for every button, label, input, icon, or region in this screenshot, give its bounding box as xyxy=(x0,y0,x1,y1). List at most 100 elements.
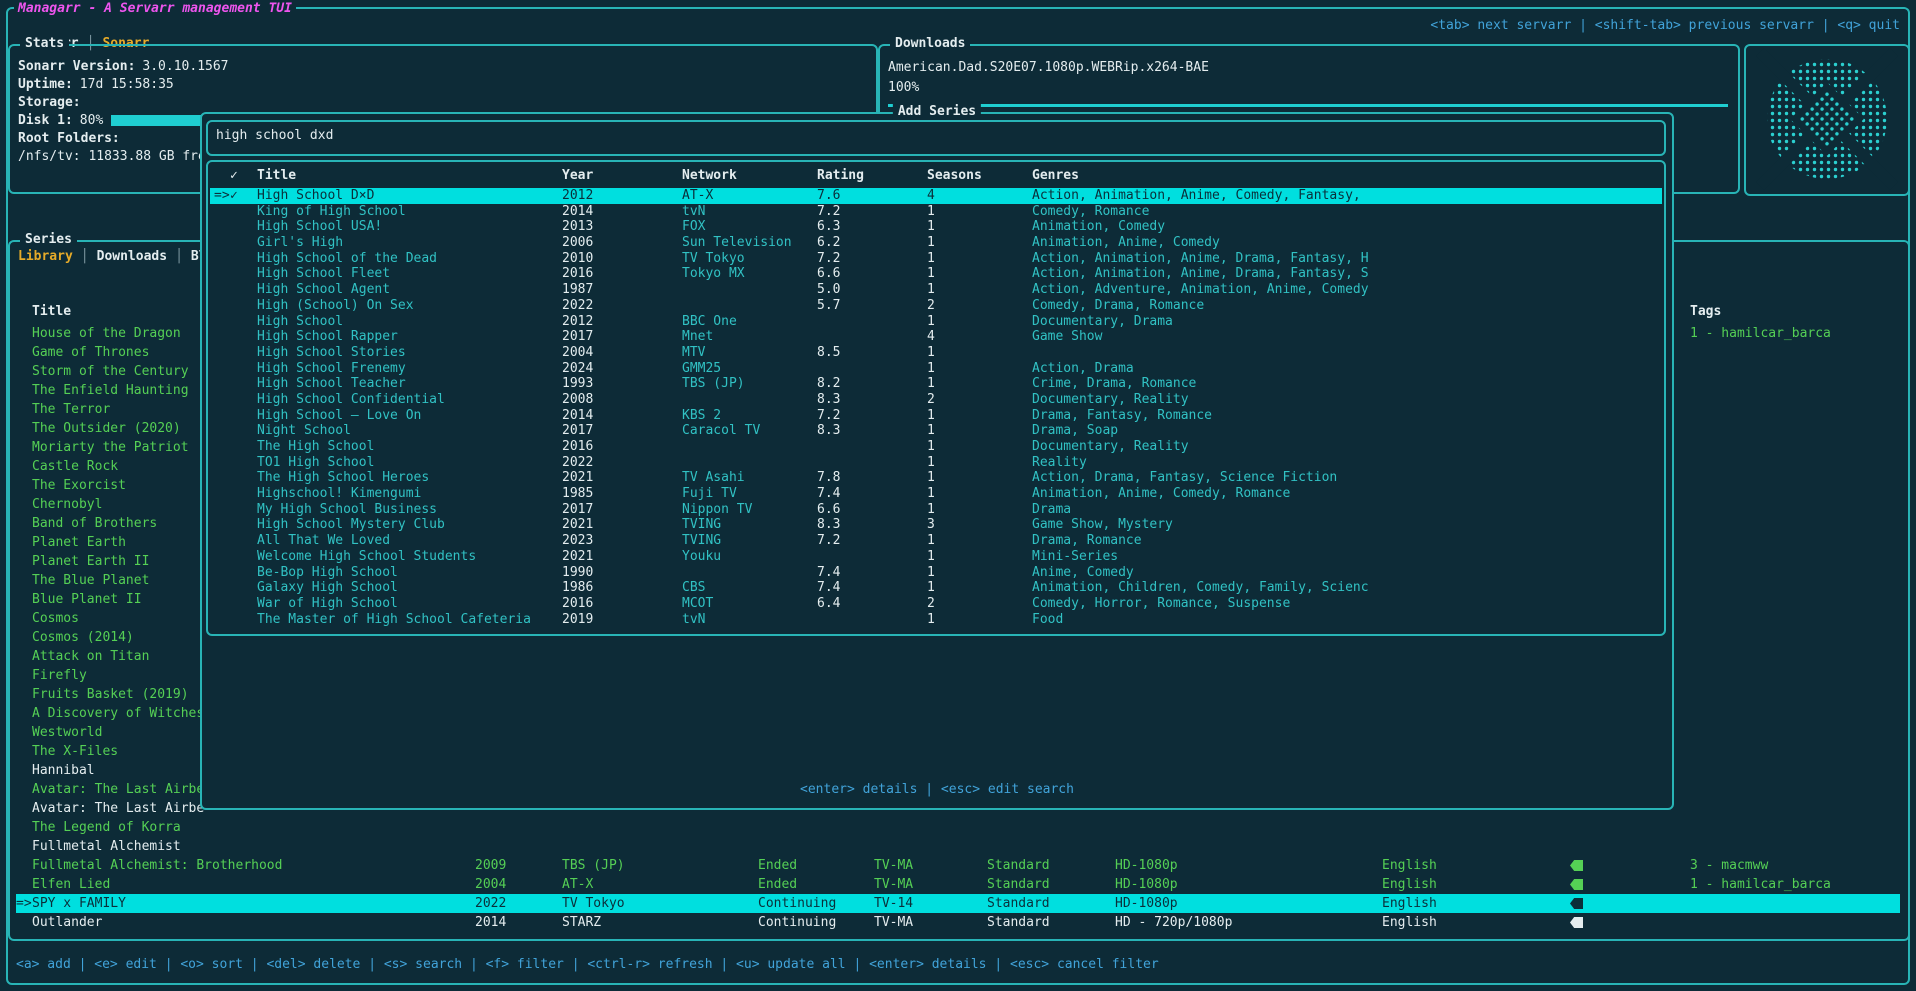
cell-seasons: 1 xyxy=(927,266,935,282)
cell-year: 1986 xyxy=(562,580,593,596)
cell-cert: TV-MA xyxy=(874,875,913,894)
cell-title: Storm of the Century xyxy=(32,362,189,381)
series-row[interactable]: Fullmetal Alchemist: Brotherhood2009TBS … xyxy=(16,856,1900,875)
cell-genres: Documentary, Reality xyxy=(1032,392,1656,408)
cell-year: 2016 xyxy=(562,266,593,282)
add-series-result-row[interactable]: The High School20161Documentary, Reality xyxy=(210,439,1662,455)
add-series-result-row[interactable]: High School Agent19875.01Action, Adventu… xyxy=(210,282,1662,298)
add-series-result-row[interactable]: High School Teacher1993TBS (JP)8.21Crime… xyxy=(210,376,1662,392)
add-series-result-row[interactable]: High School of the Dead2010TV Tokyo7.21A… xyxy=(210,251,1662,267)
tab-library[interactable]: Library xyxy=(18,249,73,264)
series-search-input[interactable]: high school dxd xyxy=(206,120,1666,156)
cell-year: 2014 xyxy=(562,204,593,220)
add-series-result-row[interactable]: High School Rapper2017Mnet4Game Show xyxy=(210,329,1662,345)
add-series-result-row[interactable]: All That We Loved2023TVING7.21Drama, Rom… xyxy=(210,533,1662,549)
add-series-result-row[interactable]: High School – Love On2014KBS 27.21Drama,… xyxy=(210,408,1662,424)
download-item-name: American.Dad.S20E07.1080p.WEBRip.x264-BA… xyxy=(888,60,1209,75)
cell-seasons: 4 xyxy=(927,329,935,345)
cell-title: Castle Rock xyxy=(32,457,118,476)
series-row[interactable]: =>SPY x FAMILY2022TV TokyoContinuingTV-1… xyxy=(16,894,1900,913)
cell-genres: Comedy, Drama, Romance xyxy=(1032,298,1656,314)
cell-profile: Standard xyxy=(987,856,1050,875)
cell-network: tvN xyxy=(682,204,705,220)
cell-genres: Mini-Series xyxy=(1032,549,1656,565)
cell-seasons: 1 xyxy=(927,345,935,361)
series-row[interactable]: Elfen Lied2004AT-XEndedTV-MAStandardHD-1… xyxy=(16,875,1900,894)
cell-rating: 6.3 xyxy=(817,219,840,235)
cell-title: Fruits Basket (2019) xyxy=(32,685,189,704)
cell-genres: Action, Animation, Anime, Drama, Fantasy… xyxy=(1032,251,1656,267)
series-row[interactable]: Fullmetal Alchemist xyxy=(16,837,1900,856)
add-series-results-body: =>✓High School D×D2012AT-X7.64Action, An… xyxy=(210,188,1662,632)
stats-version-line: Sonarr Version:3.0.10.1567 xyxy=(18,58,229,76)
cell-rating: 7.8 xyxy=(817,470,840,486)
add-series-result-row[interactable]: High School USA!2013FOX6.31Animation, Co… xyxy=(210,219,1662,235)
series-row[interactable]: The Legend of Korra xyxy=(16,818,1900,837)
cell-title: High (School) On Sex xyxy=(257,298,414,314)
add-series-result-row[interactable]: Girl's High2006Sun Television6.21Animati… xyxy=(210,235,1662,251)
cell-year: 2022 xyxy=(562,298,593,314)
cell-title: High School D×D xyxy=(257,188,374,204)
cell-marker: => xyxy=(16,894,32,913)
version-label: Sonarr Version: xyxy=(18,59,135,74)
cell-seasons: 2 xyxy=(927,298,935,314)
add-series-result-row[interactable]: Welcome High School Students2021Youku1Mi… xyxy=(210,549,1662,565)
search-input-value: high school dxd xyxy=(216,122,333,150)
add-series-result-row[interactable]: The Master of High School Cafeteria2019t… xyxy=(210,612,1662,628)
managarr-logo xyxy=(1748,47,1906,191)
cell-genres: Reality xyxy=(1032,455,1656,471)
add-series-result-row[interactable]: King of High School2014tvN7.21Comedy, Ro… xyxy=(210,204,1662,220)
cell-year: 2010 xyxy=(562,251,593,267)
add-series-result-row[interactable]: High School Mystery Club2021TVING8.33Gam… xyxy=(210,517,1662,533)
add-series-result-row[interactable]: My High School Business2017Nippon TV6.61… xyxy=(210,502,1662,518)
add-series-result-row[interactable]: Galaxy High School1986CBS7.41Animation, … xyxy=(210,580,1662,596)
cell-genres: Crime, Drama, Romance xyxy=(1032,376,1656,392)
tab-downloads[interactable]: Downloads xyxy=(97,249,167,264)
cell-rating: 8.5 xyxy=(817,345,840,361)
cell-title: High School Teacher xyxy=(257,376,406,392)
cell-year: 2017 xyxy=(562,502,593,518)
add-series-result-row[interactable]: High School Confidential20088.32Document… xyxy=(210,392,1662,408)
add-series-result-row[interactable]: High School2012BBC One1Documentary, Dram… xyxy=(210,314,1662,330)
cell-network: TVING xyxy=(682,517,721,533)
cell-title: Outlander xyxy=(32,913,102,932)
root-folders-label: Root Folders: xyxy=(18,131,120,146)
cell-network: Fuji TV xyxy=(682,486,737,502)
cell-status: Ended xyxy=(758,856,797,875)
cell-genres: Action, Animation, Anime, Drama, Fantasy… xyxy=(1032,266,1656,282)
cell-tags: 3 - macmww xyxy=(1690,856,1768,875)
cell-genres: Anime, Comedy xyxy=(1032,565,1656,581)
add-series-result-row[interactable]: Highschool! Kimengumi1985Fuji TV7.41Anim… xyxy=(210,486,1662,502)
cell-network: BBC One xyxy=(682,314,737,330)
downloads-panel-title: Downloads xyxy=(890,35,970,53)
cell-genres: Game Show xyxy=(1032,329,1656,345)
add-series-result-row[interactable]: High School Frenemy2024GMM251Action, Dra… xyxy=(210,361,1662,377)
add-series-result-row[interactable]: The High School Heroes2021TV Asahi7.81Ac… xyxy=(210,470,1662,486)
cell-genres: Action, Animation, Anime, Comedy, Fantas… xyxy=(1032,188,1656,204)
add-series-result-row[interactable]: High School Stories2004MTV8.51 xyxy=(210,345,1662,361)
cell-network: TV Tokyo xyxy=(562,894,625,913)
cell-title: Attack on Titan xyxy=(32,647,149,666)
cell-rating: 8.2 xyxy=(817,376,840,392)
cell-genres: Game Show, Mystery xyxy=(1032,517,1656,533)
app-title: Managarr - A Servarr management TUI xyxy=(14,0,296,17)
main-tabs: Radarr│Sonarr xyxy=(16,17,149,35)
cell-quality: HD-1080p xyxy=(1115,875,1178,894)
cell-genres: Action, Adventure, Animation, Anime, Com… xyxy=(1032,282,1656,298)
cell-genres: Documentary, Drama xyxy=(1032,314,1656,330)
add-series-result-row[interactable]: High (School) On Sex20225.72Comedy, Dram… xyxy=(210,298,1662,314)
storage-label: Storage: xyxy=(18,95,81,110)
cell-year: 2016 xyxy=(562,596,593,612)
cell-seasons: 1 xyxy=(927,486,935,502)
add-series-result-row[interactable]: TO1 High School20221Reality xyxy=(210,455,1662,471)
add-series-result-row[interactable]: War of High School2016MCOT6.42Comedy, Ho… xyxy=(210,596,1662,612)
cell-title: High School Frenemy xyxy=(257,361,406,377)
series-row[interactable]: Outlander2014STARZContinuingTV-MAStandar… xyxy=(16,913,1900,932)
cell-year: 2008 xyxy=(562,392,593,408)
logo-panel xyxy=(1744,44,1910,196)
cell-seasons: 1 xyxy=(927,282,935,298)
add-series-result-row[interactable]: =>✓High School D×D2012AT-X7.64Action, An… xyxy=(210,188,1662,204)
add-series-result-row[interactable]: Be-Bop High School19907.41Anime, Comedy xyxy=(210,565,1662,581)
add-series-result-row[interactable]: High School Fleet2016Tokyo MX6.61Action,… xyxy=(210,266,1662,282)
add-series-result-row[interactable]: Night School2017Caracol TV8.31Drama, Soa… xyxy=(210,423,1662,439)
